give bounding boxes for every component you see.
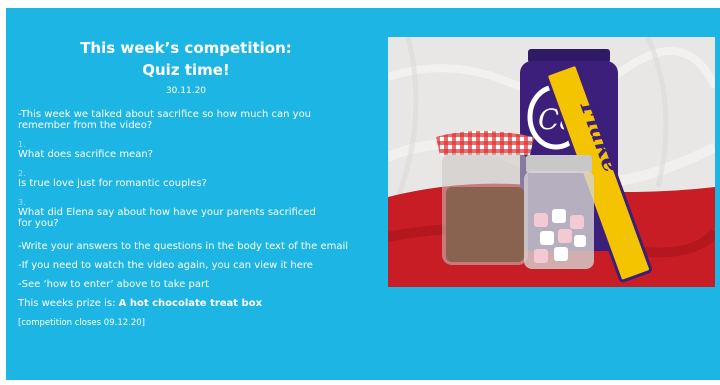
prize-value: A hot chocolate treat box xyxy=(118,298,263,309)
question-2: Is true love just for romantic couples? xyxy=(18,178,207,189)
instruction-how-to-enter: -See ‘how to enter’ above to take part xyxy=(18,279,210,290)
question-number: 2. xyxy=(18,169,26,178)
closing-date: [competition closes 09.12.20] xyxy=(18,318,145,328)
intro-text: -This week we talked about sacrifice so … xyxy=(18,109,312,131)
marshmallow-lid xyxy=(526,155,592,173)
instruction-write-answers: -Write your answers to the questions in … xyxy=(18,241,349,252)
gingham-lid xyxy=(436,131,534,155)
prize-line: This weeks prize is: A hot chocolate tre… xyxy=(18,298,370,309)
question-number: 3. xyxy=(18,198,26,207)
question-number: 1. xyxy=(18,140,26,149)
instruction-watch-video: -If you need to watch the video again, y… xyxy=(18,260,313,271)
competition-subtitle: Quiz time! xyxy=(142,61,230,79)
competition-date: 30.11.20 xyxy=(165,86,207,96)
prize-label: This weeks prize is: xyxy=(18,298,119,309)
prize-photo: Cad Flake xyxy=(388,37,715,287)
question-3: What did Elena say about how have your p… xyxy=(18,207,316,229)
competition-title: This week’s competition: xyxy=(80,39,292,57)
question-1: What does sacrifice mean? xyxy=(18,149,153,160)
competition-text: This week’s competition: Quiz time! 30.1… xyxy=(18,37,370,328)
jar-lid xyxy=(528,49,610,63)
hot-chocolate-photo: Cad Flake xyxy=(388,37,715,287)
